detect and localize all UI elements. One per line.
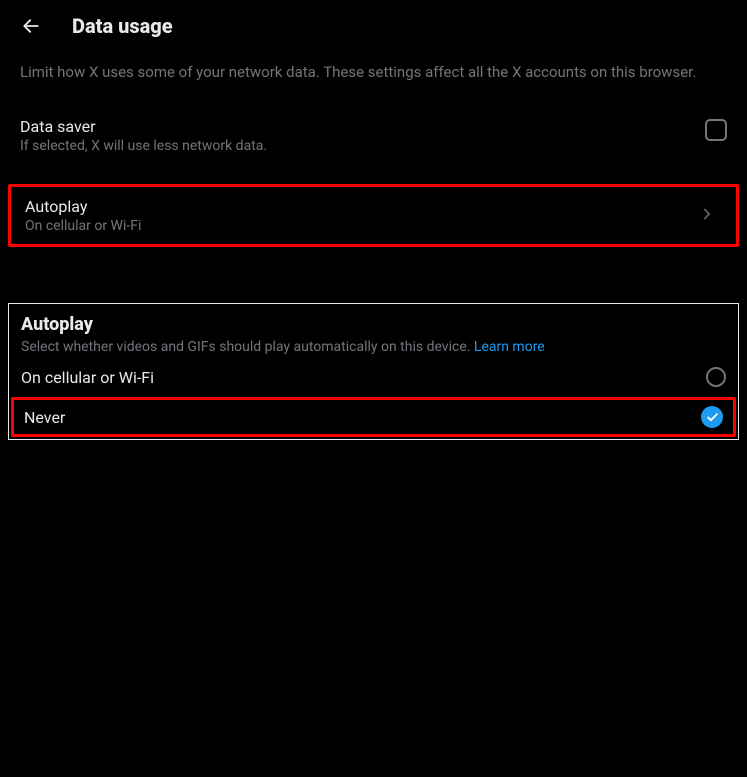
autoplay-nav-title: Autoplay — [25, 197, 698, 216]
back-arrow-icon[interactable] — [20, 15, 42, 37]
chevron-right-icon — [698, 205, 716, 227]
autoplay-nav-subtitle: On cellular or Wi-Fi — [25, 218, 698, 234]
page-description: Limit how X uses some of your network da… — [0, 52, 747, 107]
data-saver-checkbox[interactable] — [705, 119, 727, 141]
learn-more-link[interactable]: Learn more — [474, 339, 545, 355]
data-saver-subtitle: If selected, X will use less network dat… — [20, 138, 705, 154]
radio-selected-icon[interactable] — [701, 406, 723, 428]
page-header: Data usage — [0, 0, 747, 52]
radio-option-cellular-wifi[interactable]: On cellular or Wi-Fi — [9, 361, 738, 393]
autoplay-nav-row[interactable]: Autoplay On cellular or Wi-Fi — [8, 184, 739, 247]
autoplay-panel: Autoplay Select whether videos and GIFs … — [8, 303, 739, 440]
radio-unselected-icon[interactable] — [706, 367, 726, 387]
radio-label-cellular-wifi: On cellular or Wi-Fi — [21, 368, 154, 387]
page-title: Data usage — [72, 14, 173, 38]
autoplay-nav-text: Autoplay On cellular or Wi-Fi — [25, 197, 698, 234]
data-saver-title: Data saver — [20, 117, 705, 136]
data-saver-text: Data saver If selected, X will use less … — [20, 117, 705, 154]
autoplay-panel-title: Autoplay — [21, 314, 726, 335]
radio-label-never: Never — [24, 408, 65, 427]
autoplay-panel-desc-text: Select whether videos and GIFs should pl… — [21, 339, 474, 355]
autoplay-panel-header: Autoplay Select whether videos and GIFs … — [9, 314, 738, 361]
radio-option-never[interactable]: Never — [11, 397, 736, 437]
data-saver-row[interactable]: Data saver If selected, X will use less … — [0, 107, 747, 164]
autoplay-panel-description: Select whether videos and GIFs should pl… — [21, 339, 726, 355]
